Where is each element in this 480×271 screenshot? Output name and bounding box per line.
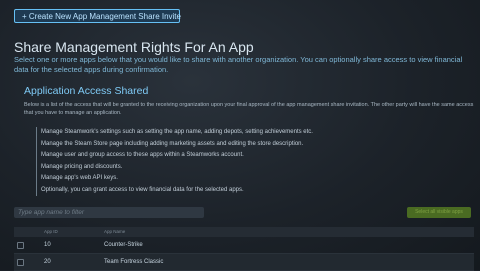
access-description: Below is a list of the access that will … bbox=[24, 102, 474, 116]
row-checkbox[interactable] bbox=[17, 259, 24, 266]
column-header-app-name[interactable]: App Name bbox=[104, 227, 125, 237]
row-app-name: Team Fortress Classic bbox=[104, 259, 164, 265]
page-title: Share Management Rights For An App bbox=[14, 39, 254, 55]
page-intro: Select one or more apps below that you w… bbox=[14, 55, 463, 74]
access-item: Optionally, you can grant access to view… bbox=[36, 184, 456, 196]
create-share-invite-button[interactable]: + Create New App Management Share Invite bbox=[14, 9, 181, 23]
table-row: 10 Counter-Strike bbox=[14, 237, 474, 254]
access-item: Manage user and group access to these ap… bbox=[36, 150, 456, 162]
page-background: + Create New App Management Share Invite… bbox=[0, 0, 480, 271]
access-section-title: Application Access Shared bbox=[24, 85, 149, 97]
access-item: Manage pricing and discounts. bbox=[36, 161, 456, 173]
row-app-id: 10 bbox=[44, 242, 51, 248]
row-checkbox[interactable] bbox=[17, 242, 24, 249]
access-item: Manage app's web API keys. bbox=[36, 173, 456, 185]
app-filter-input[interactable]: Type app name to filter bbox=[14, 207, 204, 218]
access-item: Manage the Steam Store page including ad… bbox=[36, 138, 456, 150]
table-row: 20 Team Fortress Classic bbox=[14, 254, 474, 271]
row-app-id: 20 bbox=[44, 259, 51, 265]
select-visible-apps-button[interactable]: Select all visible apps bbox=[407, 207, 471, 218]
column-header-app-id[interactable]: App ID bbox=[44, 227, 58, 237]
row-app-name: Counter-Strike bbox=[104, 242, 143, 248]
table-header: App ID App Name bbox=[14, 227, 474, 237]
access-item: Manage Steamwork's settings such as sett… bbox=[36, 127, 456, 139]
access-list: Manage Steamwork's settings such as sett… bbox=[36, 127, 456, 196]
apps-table: App ID App Name 10 Counter-Strike 20 Tea… bbox=[14, 227, 474, 271]
